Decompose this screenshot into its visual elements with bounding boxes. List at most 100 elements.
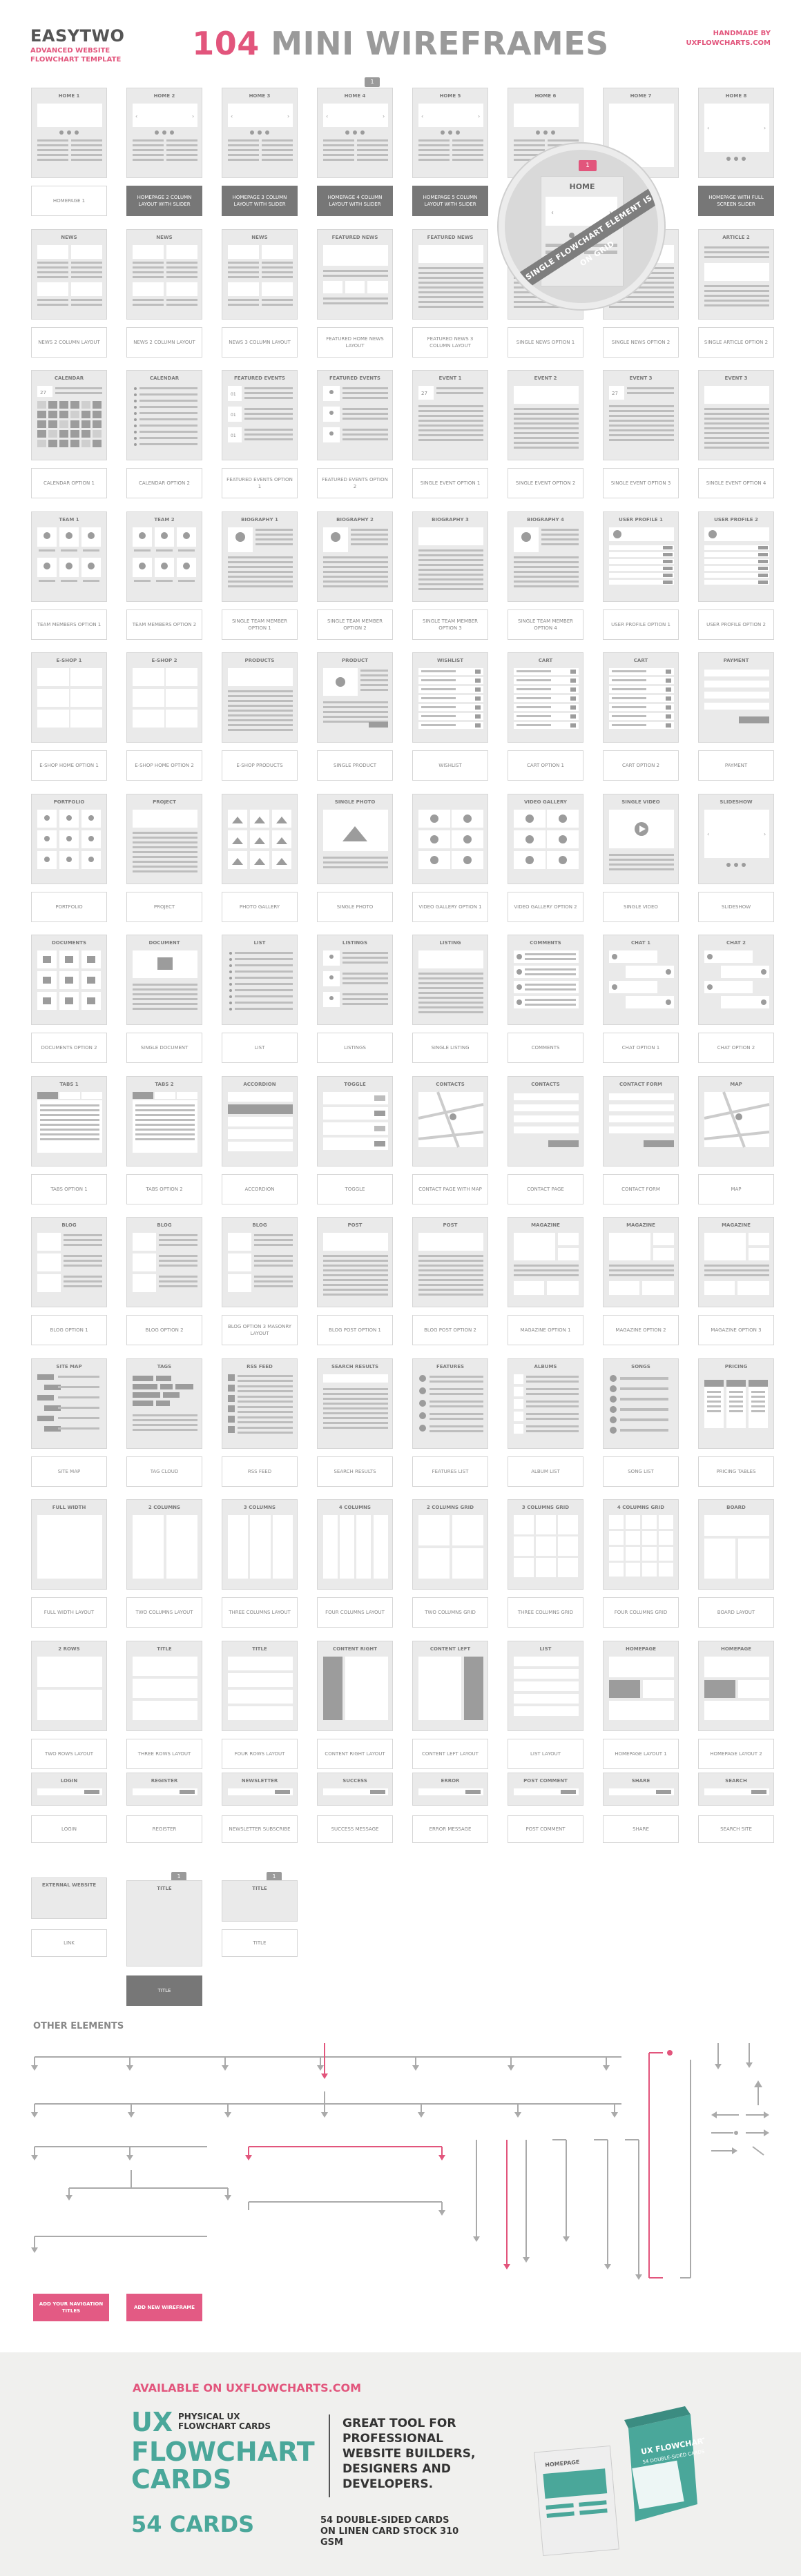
available-site-link[interactable]: UXFLOWCHARTS.COM	[226, 2381, 361, 2394]
wireframe-card[interactable]: FEATURED NEWS	[317, 228, 393, 320]
wireframe-card[interactable]: PRICING	[698, 1358, 774, 1449]
small-card[interactable]: NEWSLETTER	[222, 1773, 298, 1806]
wireframe-card[interactable]: CONTACTS	[412, 1075, 488, 1167]
wireframe-card[interactable]: ACCORDION	[222, 1075, 298, 1167]
wireframe-card[interactable]: 3 COLUMNS GRID	[508, 1499, 583, 1590]
wireframe-card[interactable]: LISTINGS	[317, 935, 393, 1025]
wireframe-card[interactable]: BLOG	[126, 1217, 202, 1307]
wireframe-card[interactable]: CONTENT RIGHT	[317, 1640, 393, 1731]
wireframe-card[interactable]: SITE MAP	[31, 1358, 107, 1449]
wireframe-card[interactable]: TITLE	[222, 1640, 298, 1731]
wireframe-card[interactable]: PAYMENT	[698, 652, 774, 743]
wireframe-card[interactable]: WISHLIST	[412, 652, 488, 743]
wireframe-card[interactable]: DOCUMENTS	[31, 935, 107, 1025]
wireframe-card[interactable]: MAGAZINE	[508, 1217, 583, 1307]
wireframe-card[interactable]: MAGAZINE	[603, 1217, 679, 1307]
wireframe-card[interactable]: VIDEO GALLERY	[508, 793, 583, 884]
wireframe-card[interactable]: POST	[317, 1217, 393, 1307]
wireframe-card[interactable]: 2 COLUMNS GRID	[412, 1499, 488, 1590]
wireframe-card[interactable]: SEARCH RESULTS	[317, 1358, 393, 1449]
wireframe-card[interactable]: FEATURED NEWS	[412, 228, 488, 320]
wireframe-card[interactable]: MAGAZINE	[698, 1217, 774, 1307]
wireframe-card[interactable]: LISTING	[412, 935, 488, 1025]
wireframe-card[interactable]: COMMENTS	[508, 935, 583, 1025]
wireframe-card[interactable]: E-SHOP 1	[31, 652, 107, 743]
wireframe-card[interactable]: HOME 8 ‹ ›	[698, 88, 774, 178]
wireframe-card[interactable]: DOCUMENT	[126, 935, 202, 1025]
wireframe-card[interactable]: SONGS	[603, 1358, 679, 1449]
wireframe-card[interactable]: EVENT 1 27	[412, 370, 488, 460]
wireframe-card[interactable]: PRODUCT	[317, 652, 393, 743]
wireframe-card[interactable]: CONTENT LEFT	[412, 1640, 488, 1731]
wireframe-card[interactable]: 3 COLUMNS	[222, 1499, 298, 1590]
wireframe-card[interactable]: MAP	[698, 1075, 774, 1167]
wireframe-card[interactable]: PROJECT	[126, 793, 202, 884]
wireframe-card[interactable]: FULL WIDTH	[31, 1499, 107, 1590]
wireframe-card[interactable]: TABS 2	[126, 1075, 202, 1167]
wireframe-card[interactable]: NEWS	[126, 228, 202, 320]
wireframe-card[interactable]: BLOG	[31, 1217, 107, 1307]
title-card[interactable]: TITLE	[222, 1880, 298, 1922]
wireframe-card[interactable]: CART	[603, 652, 679, 743]
wireframe-card[interactable]: CHAT 2	[698, 935, 774, 1025]
wireframe-card[interactable]: CALENDAR	[126, 370, 202, 460]
wireframe-card[interactable]: HOME 1	[31, 88, 107, 178]
wireframe-card[interactable]: BIOGRAPHY 2	[317, 511, 393, 602]
wireframe-card[interactable]: TABS 1	[31, 1075, 107, 1167]
small-card[interactable]: SHARE	[603, 1773, 679, 1806]
small-card[interactable]: REGISTER	[126, 1773, 202, 1806]
wireframe-card[interactable]: USER PROFILE 2	[698, 511, 774, 602]
wireframe-card[interactable]: CHAT 1	[603, 935, 679, 1025]
wireframe-card[interactable]: E-SHOP 2	[126, 652, 202, 743]
wireframe-card[interactable]: LIST	[508, 1640, 583, 1731]
wireframe-card[interactable]: 4 COLUMNS	[317, 1499, 393, 1590]
wireframe-card[interactable]: RSS FEED	[222, 1358, 298, 1449]
wireframe-card[interactable]: EVENT 2	[508, 370, 583, 460]
wireframe-card[interactable]: PORTFOLIO	[31, 793, 107, 884]
wireframe-card[interactable]: USER PROFILE 1	[603, 511, 679, 602]
wireframe-card[interactable]: HOMEPAGE	[698, 1640, 774, 1731]
wireframe-card[interactable]: HOMEPAGE	[603, 1640, 679, 1731]
wireframe-card[interactable]: CONTACTS	[508, 1075, 583, 1167]
small-card[interactable]: SUCCESS	[317, 1773, 393, 1806]
wireframe-card[interactable]: TITLE	[126, 1640, 202, 1731]
wireframe-card[interactable]: NEWS	[31, 228, 107, 320]
wireframe-card[interactable]: FEATURES	[412, 1358, 488, 1449]
small-card[interactable]: ERROR	[412, 1773, 488, 1806]
wireframe-card[interactable]: BIOGRAPHY 3	[412, 511, 488, 602]
wireframe-card[interactable]: TEAM 2	[126, 511, 202, 602]
wireframe-card[interactable]: ARTICLE 2	[698, 228, 774, 320]
wireframe-card[interactable]: HOME 2 ‹ ›	[126, 88, 202, 178]
add-navigation-button[interactable]: ADD YOUR NAVIGATION TITLES	[33, 2294, 109, 2321]
wireframe-card[interactable]	[412, 793, 488, 884]
wireframe-card[interactable]: LIST	[222, 935, 298, 1025]
wireframe-card[interactable]: FEATURED EVENTS	[317, 370, 393, 460]
wireframe-card[interactable]: FEATURED EVENTS 01 01 01	[222, 370, 298, 460]
title-card[interactable]: TITLE	[126, 1880, 202, 1967]
wireframe-card[interactable]: TOGGLE	[317, 1075, 393, 1167]
wireframe-card[interactable]: 2 ROWS	[31, 1640, 107, 1731]
wireframe-card[interactable]: PRODUCTS	[222, 652, 298, 743]
wireframe-card[interactable]: EVENT 3 27	[603, 370, 679, 460]
small-card[interactable]: LOGIN	[31, 1773, 107, 1806]
wireframe-card[interactable]: POST	[412, 1217, 488, 1307]
external-website-card[interactable]: EXTERNAL WEBSITE	[31, 1877, 107, 1919]
wireframe-card[interactable]: NEWS	[222, 228, 298, 320]
wireframe-card[interactable]: BLOG	[222, 1217, 298, 1307]
wireframe-card[interactable]: BOARD	[698, 1499, 774, 1590]
wireframe-card[interactable]: SLIDESHOW ‹ ›	[698, 793, 774, 884]
wireframe-card[interactable]: HOME 4 ‹ ›	[317, 88, 393, 178]
add-wireframe-button[interactable]: ADD NEW WIREFRAME	[126, 2294, 202, 2321]
wireframe-card[interactable]: SINGLE PHOTO	[317, 793, 393, 884]
wireframe-card[interactable]: ALBUMS	[508, 1358, 583, 1449]
small-card[interactable]: POST COMMENT	[508, 1773, 583, 1806]
wireframe-card[interactable]: CONTACT FORM	[603, 1075, 679, 1167]
wireframe-card[interactable]: TEAM 1	[31, 511, 107, 602]
credit-site-link[interactable]: UXFLOWCHARTS.COM	[686, 39, 771, 48]
wireframe-card[interactable]	[222, 793, 298, 884]
wireframe-card[interactable]: 4 COLUMNS GRID	[603, 1499, 679, 1590]
wireframe-card[interactable]: EVENT 3	[698, 370, 774, 460]
wireframe-card[interactable]: BIOGRAPHY 1	[222, 511, 298, 602]
wireframe-card[interactable]: CART	[508, 652, 583, 743]
wireframe-card[interactable]: HOME 5 ‹ ›	[412, 88, 488, 178]
